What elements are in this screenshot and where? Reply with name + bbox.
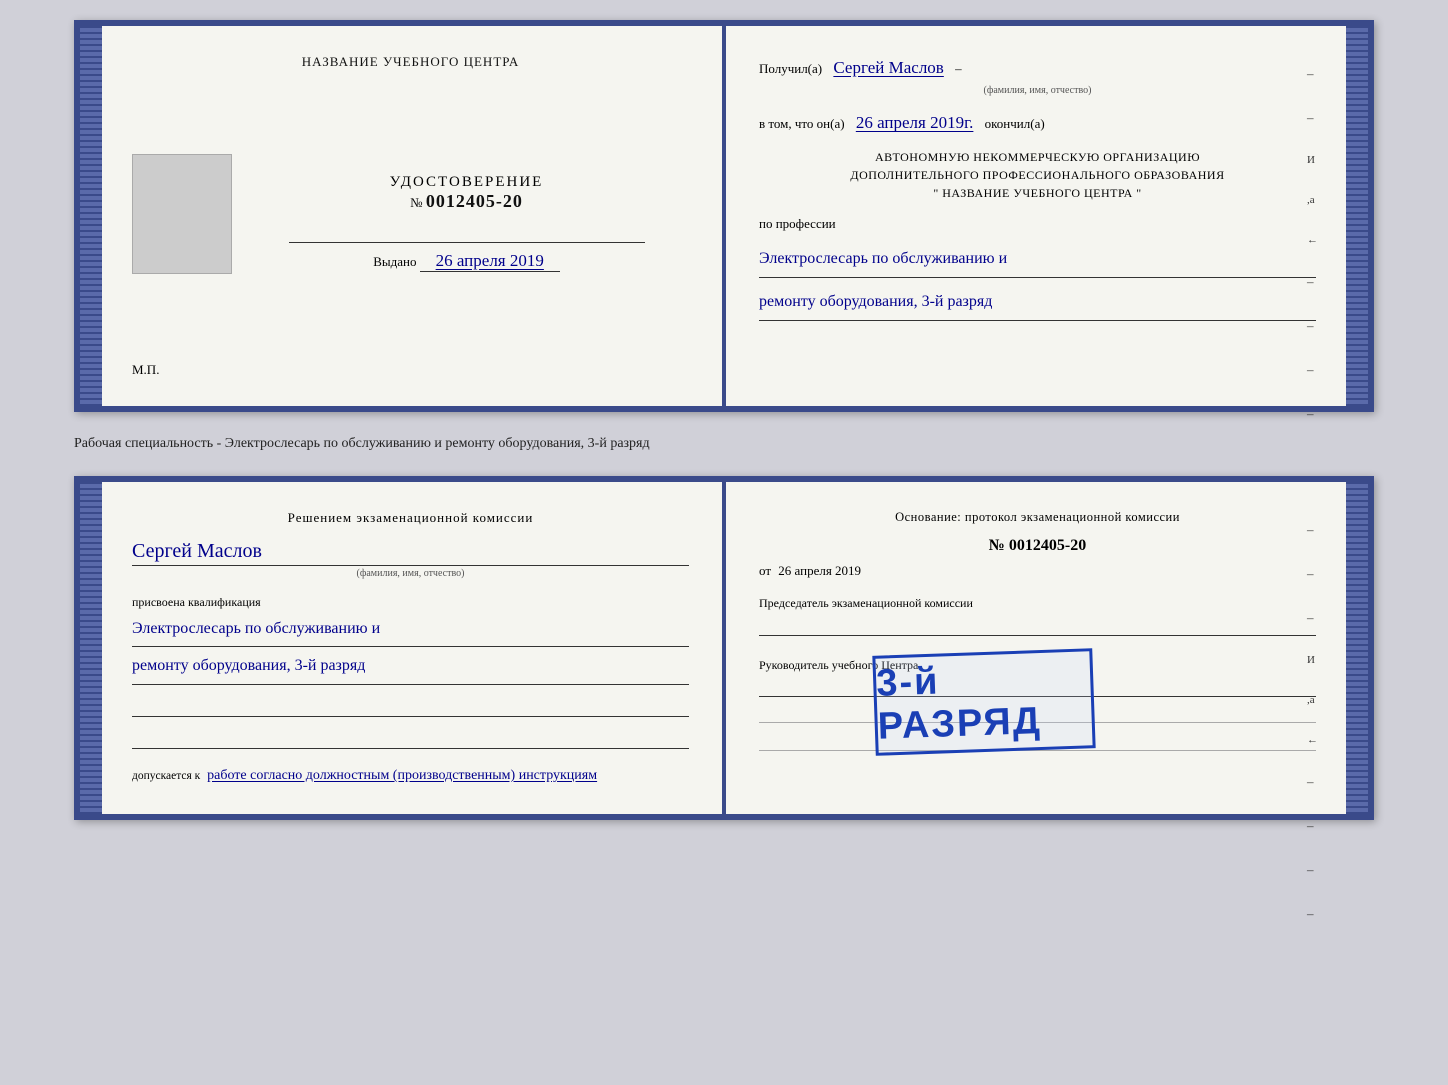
qualification-hw-1: Электрослесарь по обслуживанию и	[132, 614, 689, 647]
top-certificate-book: НАЗВАНИЕ УЧЕБНОГО ЦЕНТРА УДОСТОВЕРЕНИЕ №…	[74, 20, 1374, 412]
issued-date: 26 апреля 2019	[420, 251, 560, 272]
profession-hw-line2: ремонту оборудования, 3-й разряд	[759, 288, 1316, 321]
protocol-date: от 26 апреля 2019	[759, 563, 1316, 579]
president-sig-line	[759, 618, 1316, 636]
cert-number: 0012405-20	[426, 191, 523, 211]
in-that-line: в том, что он(а) 26 апреля 2019г. окончи…	[759, 109, 1316, 136]
bottom-cert-left-page: Решением экзаменационной комиссии Сергей…	[102, 482, 719, 814]
signature-lines	[132, 699, 689, 749]
name-block: Сергей Маслов (фамилия, имя, отчество)	[132, 540, 689, 579]
page-wrapper: НАЗВАНИЕ УЧЕБНОГО ЦЕНТРА УДОСТОВЕРЕНИЕ №…	[20, 20, 1428, 820]
stamp-text: 3-й РАЗРЯД	[876, 655, 1093, 748]
cert-label: УДОСТОВЕРЕНИЕ	[244, 174, 689, 191]
protocol-number: № 0012405-20	[759, 537, 1316, 555]
profession-hw: Электрослесарь по обслуживанию и	[759, 245, 1316, 278]
cert-title-block: УДОСТОВЕРЕНИЕ № 0012405-20	[244, 174, 689, 212]
sig-line-2	[132, 731, 689, 749]
bottom-certificate-book: Решением экзаменационной комиссии Сергей…	[74, 476, 1374, 820]
received-name: Сергей Маслов	[833, 58, 943, 77]
bottom-left-binding-strip	[80, 482, 102, 814]
person-name-hw: Сергей Маслов	[132, 540, 689, 566]
qualification-hw-2: ремонту оборудования, 3-й разряд	[132, 651, 689, 684]
mp-label: М.П.	[132, 362, 159, 378]
assigned-label: присвоена квалификация	[132, 595, 689, 610]
left-binding-strip	[80, 26, 102, 406]
name-sub: (фамилия, имя, отчество)	[132, 568, 689, 579]
basis-title: Основание: протокол экзаменационной коми…	[759, 510, 1316, 525]
date-hw: 26 апреля 2019г.	[856, 113, 974, 132]
admission-hw: работе согласно должностным (производств…	[207, 768, 597, 783]
cert-issued: Выдано 26 апреля 2019	[244, 251, 689, 272]
received-name-sub: (фамилия, имя, отчество)	[759, 83, 1316, 99]
qualification-stamp: 3-й РАЗРЯД	[872, 648, 1095, 756]
president-label: Председатель экзаменационной комиссии	[759, 595, 1316, 612]
decision-title: Решением экзаменационной комиссии	[132, 510, 689, 526]
top-cert-right-page: Получил(а) Сергей Маслов – (фамилия, имя…	[719, 26, 1346, 406]
bottom-right-binding-strip	[1346, 482, 1368, 814]
between-text: Рабочая специальность - Электрослесарь п…	[74, 430, 1374, 458]
right-binding-strip	[1346, 26, 1368, 406]
cert-number-prefix: № 0012405-20	[410, 195, 523, 210]
received-line: Получил(а) Сергей Маслов – (фамилия, имя…	[759, 54, 1316, 99]
admission-text: допускается к работе согласно должностны…	[132, 765, 689, 786]
photo-placeholder	[132, 154, 232, 274]
sig-line-1	[132, 699, 689, 717]
bottom-cert-right-page: Основание: протокол экзаменационной коми…	[719, 482, 1346, 814]
top-cert-left-page: НАЗВАНИЕ УЧЕБНОГО ЦЕНТРА УДОСТОВЕРЕНИЕ №…	[102, 26, 719, 406]
profession-section: по профессии Электрослесарь по обслужива…	[759, 214, 1316, 320]
top-org-title: НАЗВАНИЕ УЧЕБНОГО ЦЕНТРА	[302, 54, 519, 70]
right-dashes: – – И ,а ← – – – –	[1307, 66, 1318, 422]
org-block: АВТОНОМНУЮ НЕКОММЕРЧЕСКУЮ ОРГАНИЗАЦИЮ ДО…	[759, 148, 1316, 202]
bottom-right-dashes: – – – И ,а ← – – – –	[1307, 522, 1318, 922]
